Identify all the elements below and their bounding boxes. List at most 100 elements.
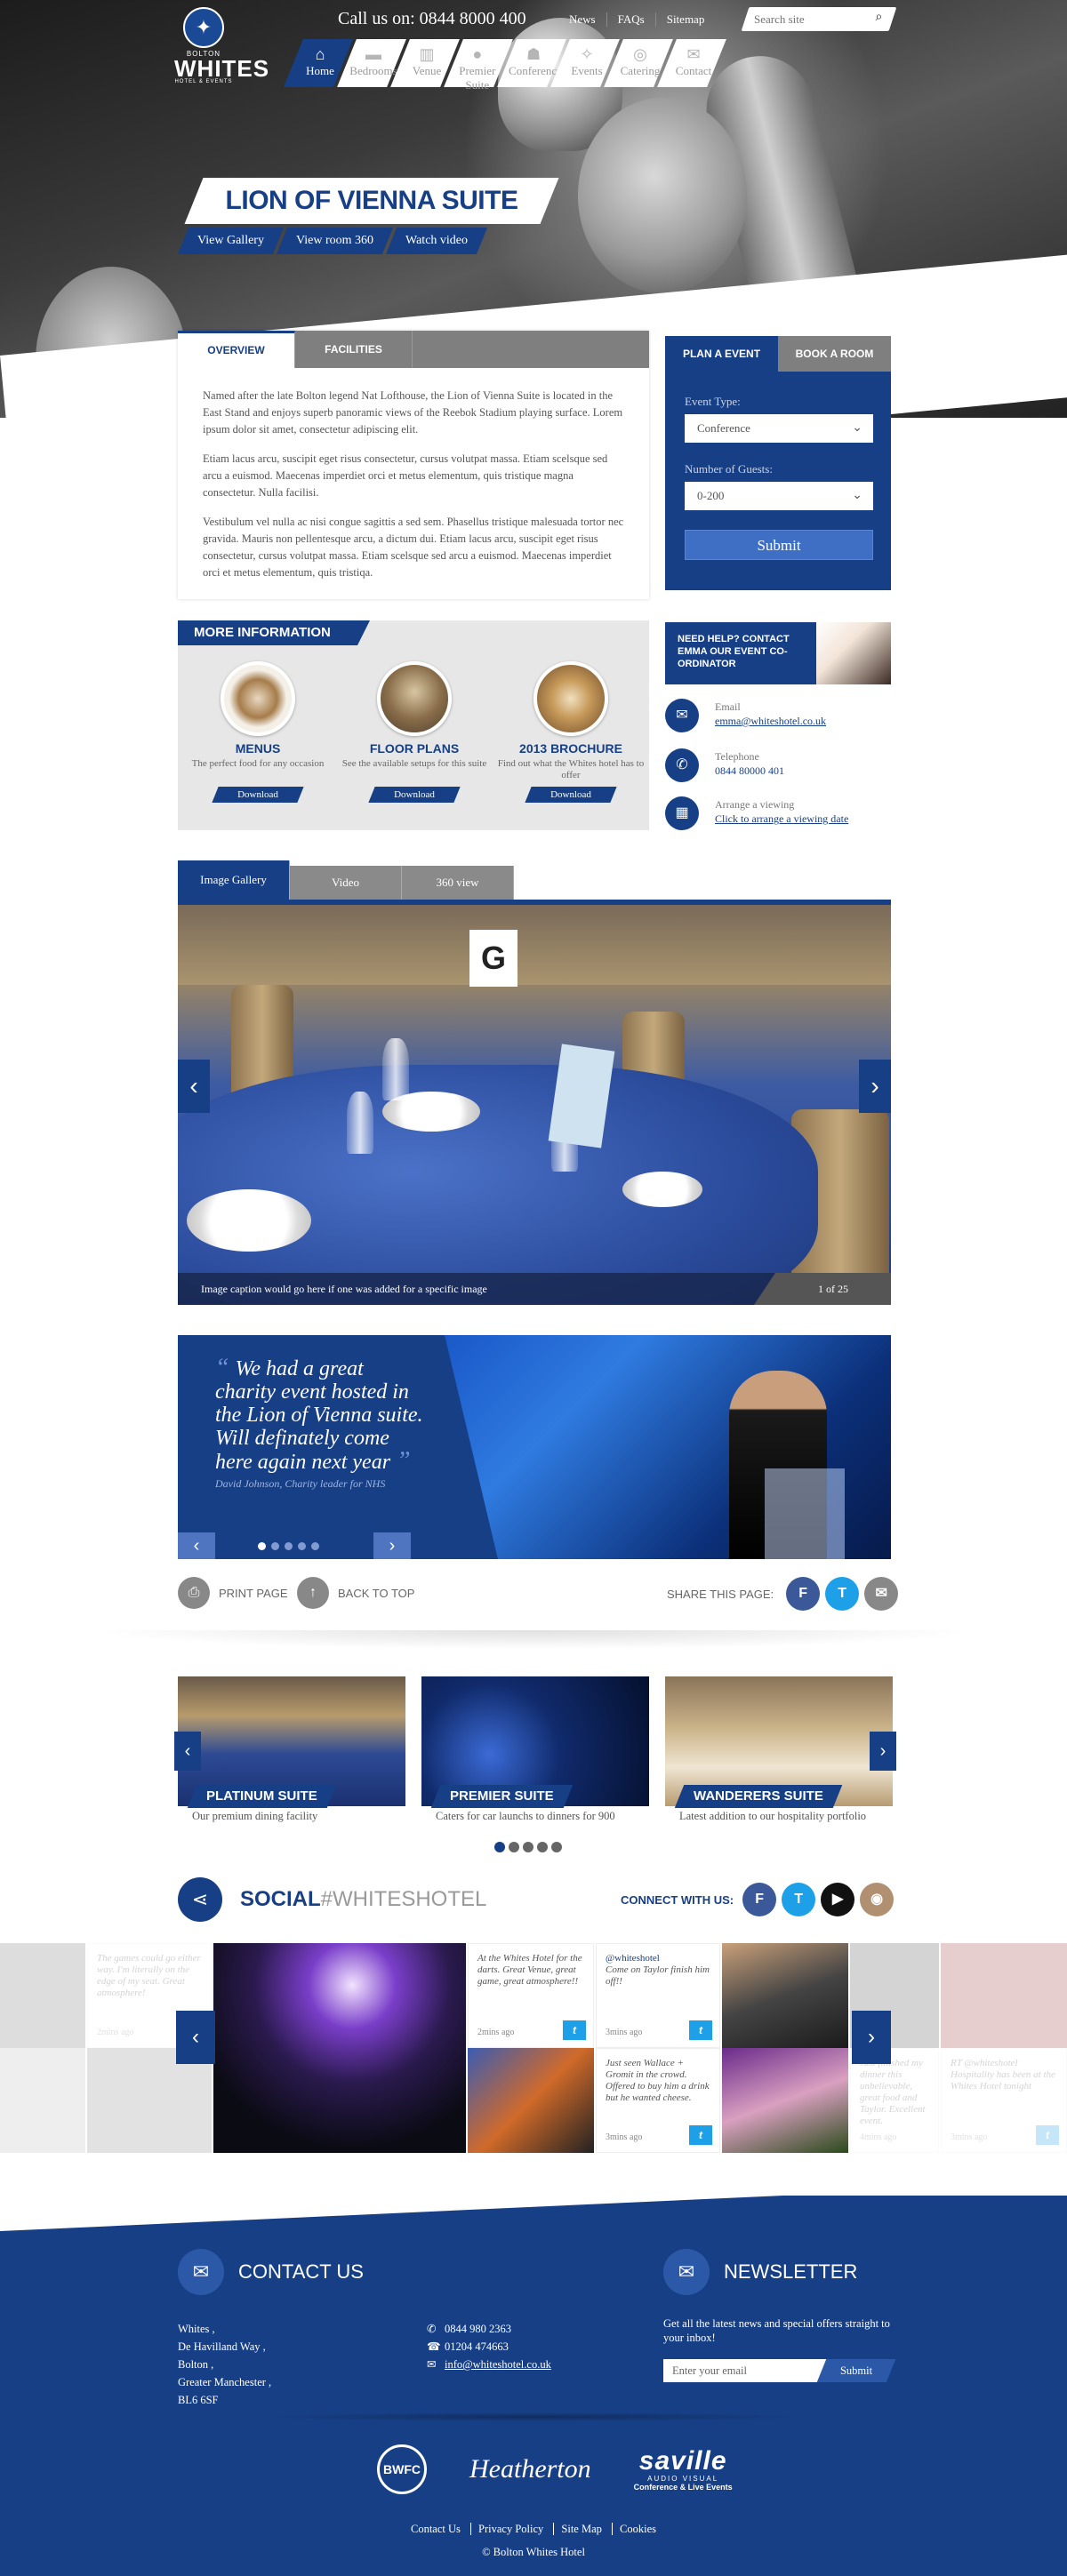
tab-video[interactable]: Video [290, 866, 402, 900]
watch-video-button[interactable]: Watch video [385, 228, 488, 254]
testimonial-dot[interactable] [311, 1542, 319, 1550]
testimonial-slider: “ We had a great charity event hosted in… [178, 1335, 891, 1559]
plan-tabs: PLAN A EVENT BOOK A ROOM [665, 336, 891, 372]
help-title-box: NEED HELP? CONTACT EMMA OUR EVENT CO-ORD… [665, 622, 852, 684]
testimonial-next-button[interactable]: › [373, 1532, 411, 1559]
gallery-next-button[interactable]: › [859, 1060, 891, 1113]
table-sign: G [469, 930, 517, 987]
tab-plan-event[interactable]: PLAN A EVENT [665, 336, 778, 372]
tab-book-room[interactable]: BOOK A ROOM [778, 336, 891, 372]
print-page-button[interactable]: ⎙ PRINT PAGE [178, 1577, 288, 1609]
brochure-download-button[interactable]: Download [525, 787, 617, 803]
logo-name: WHITES [174, 55, 270, 82]
catering-icon: ◎ [633, 45, 647, 63]
feed-tweet[interactable]: Just seen Wallace + Gromit in the crowd.… [596, 2048, 720, 2153]
testimonial-dot[interactable] [258, 1542, 266, 1550]
feed-prev-button[interactable]: ‹ [176, 2011, 215, 2064]
twitter-icon: t [1036, 2125, 1059, 2145]
suites-dot[interactable] [551, 1842, 562, 1852]
twitter-icon: t [689, 2020, 712, 2040]
gallery-caption-bar: Image caption would go here if one was a… [178, 1273, 891, 1305]
view-room-360-button[interactable]: View room 360 [276, 228, 394, 254]
connect-label: CONNECT WITH US: [621, 1892, 734, 1907]
feed-next-button[interactable]: › [852, 2011, 891, 2064]
help-email-link[interactable]: emma@whiteshotel.co.uk [715, 715, 826, 728]
gallery-photo-glass [347, 1092, 373, 1154]
gallery-photo-ceiling [178, 905, 891, 985]
plan-submit-button[interactable]: Submit [685, 530, 873, 560]
testimonial-dot[interactable] [298, 1542, 306, 1550]
tab-360-view[interactable]: 360 view [402, 866, 514, 900]
footer-link-privacy[interactable]: Privacy Policy [470, 2523, 551, 2535]
help-phone-value: 0844 80000 401 [715, 764, 784, 777]
testimonial-dot[interactable] [271, 1542, 279, 1550]
footer-link-contact[interactable]: Contact Us [404, 2523, 468, 2535]
footer-link-sitemap[interactable]: Site Map [553, 2523, 609, 2535]
more-info-item-menus: MENUS The perfect food for any occasion … [178, 661, 338, 803]
facebook-icon[interactable]: f [742, 1883, 777, 1916]
testimonial-prev-button[interactable]: ‹ [178, 1532, 215, 1559]
feed-photo-darts-arena[interactable] [213, 1943, 466, 2153]
top-link-faqs[interactable]: FAQs [606, 12, 655, 27]
bwfc-logo[interactable]: BWFC [377, 2444, 427, 2494]
instagram-icon[interactable]: ◉ [860, 1883, 895, 1916]
newsletter-title: NEWSLETTER [724, 2260, 858, 2283]
feed-tweet[interactable]: @whiteshotel Come on Taylor finish him of… [596, 1943, 720, 2048]
twitter-icon: t [563, 2020, 586, 2040]
help-email-row: ✉ Email emma@whiteshotel.co.uk [665, 699, 891, 738]
feed-photo-wallace[interactable] [722, 2048, 848, 2153]
youtube-icon[interactable]: ▶ [821, 1883, 855, 1916]
feed-tweet[interactable]: At the Whites Hotel for the darts. Great… [468, 1943, 594, 2048]
suite-desc: Caters for car launchs to dinners for 90… [436, 1810, 615, 1822]
newsletter-submit-button[interactable]: Submit [816, 2359, 896, 2382]
suite-card-platinum[interactable]: PLATINUM SUITE Our premium dining facili… [178, 1676, 405, 1828]
nav-label: Premier Suite [459, 64, 496, 92]
suites-dot[interactable] [494, 1842, 505, 1852]
suites-dot[interactable] [523, 1842, 534, 1852]
newsletter-email-input[interactable]: Enter your email [663, 2359, 832, 2382]
twitter-icon[interactable]: t [825, 1577, 860, 1611]
floor-plans-download-button[interactable]: Download [368, 787, 461, 803]
tab-overview[interactable]: OVERVIEW [178, 331, 295, 368]
tab-image-gallery[interactable]: Image Gallery [178, 860, 290, 900]
suites-dot[interactable] [509, 1842, 519, 1852]
help-viewing-label: Arrange a viewing [715, 798, 795, 811]
suites-prev-button[interactable]: ‹ [174, 1732, 201, 1771]
search-input[interactable] [754, 11, 861, 28]
search-icon[interactable]: ⌕ [876, 11, 883, 25]
feed-photo [0, 2048, 85, 2153]
heatherton-logo[interactable]: Heatherton [469, 2454, 591, 2484]
facebook-icon[interactable]: f [786, 1577, 821, 1611]
menus-download-button[interactable]: Download [212, 787, 304, 803]
twitter-icon[interactable]: t [782, 1883, 816, 1916]
feed-tweet-text: Just seen Wallace + Gromit in the crowd.… [606, 2058, 710, 2103]
back-to-top-button[interactable]: ↑ BACK TO TOP [297, 1577, 414, 1609]
connect-bar: CONNECT WITH US: f t ▶ ◉ [621, 1883, 895, 1916]
testimonial-dot[interactable] [285, 1542, 293, 1550]
event-type-select[interactable]: Conference ⌄ [685, 414, 873, 443]
site-logo[interactable]: ✦ BOLTON WHITES HOTEL & EVENTS [174, 7, 270, 84]
feed-photo-fans[interactable] [722, 1943, 848, 2048]
suite-card-wanderers[interactable]: WANDERERS SUITE Latest addition to our h… [665, 1676, 893, 1828]
top-link-sitemap[interactable]: Sitemap [654, 12, 716, 27]
footer-link-cookies[interactable]: Cookies [612, 2523, 663, 2535]
contact-heading: ✉ CONTACT US [178, 2249, 364, 2295]
email-share-icon[interactable]: ✉ [864, 1577, 899, 1611]
gallery-prev-button[interactable]: ‹ [178, 1060, 210, 1113]
saville-logo[interactable]: saville AUDIO VISUAL Conference & Live E… [634, 2447, 733, 2492]
arrange-viewing-link[interactable]: Click to arrange a viewing date [715, 812, 848, 826]
footer-email-link[interactable]: info@whiteshotel.co.uk [445, 2356, 551, 2373]
footer-address: Whites , De Havilland Way , Bolton , Gre… [178, 2320, 271, 2409]
tab-facilities[interactable]: FACILITIES [295, 331, 413, 368]
suites-next-button[interactable]: › [870, 1732, 896, 1771]
suite-card-premier[interactable]: PREMIER SUITE Caters for car launchs to … [421, 1676, 649, 1828]
suites-dot[interactable] [537, 1842, 548, 1852]
view-gallery-button[interactable]: View Gallery [177, 228, 285, 254]
address-line: Bolton , [178, 2358, 214, 2371]
address-line: Greater Manchester , [178, 2376, 272, 2388]
feed-photo-crowd[interactable] [468, 2048, 594, 2153]
guests-select[interactable]: 0-200 ⌄ [685, 482, 873, 510]
saville-logo-sub: AUDIO VISUAL [647, 2474, 719, 2483]
more-info-item-brochure: 2013 BROCHURE Find out what the Whites h… [491, 661, 651, 803]
top-link-news[interactable]: News [558, 12, 606, 27]
